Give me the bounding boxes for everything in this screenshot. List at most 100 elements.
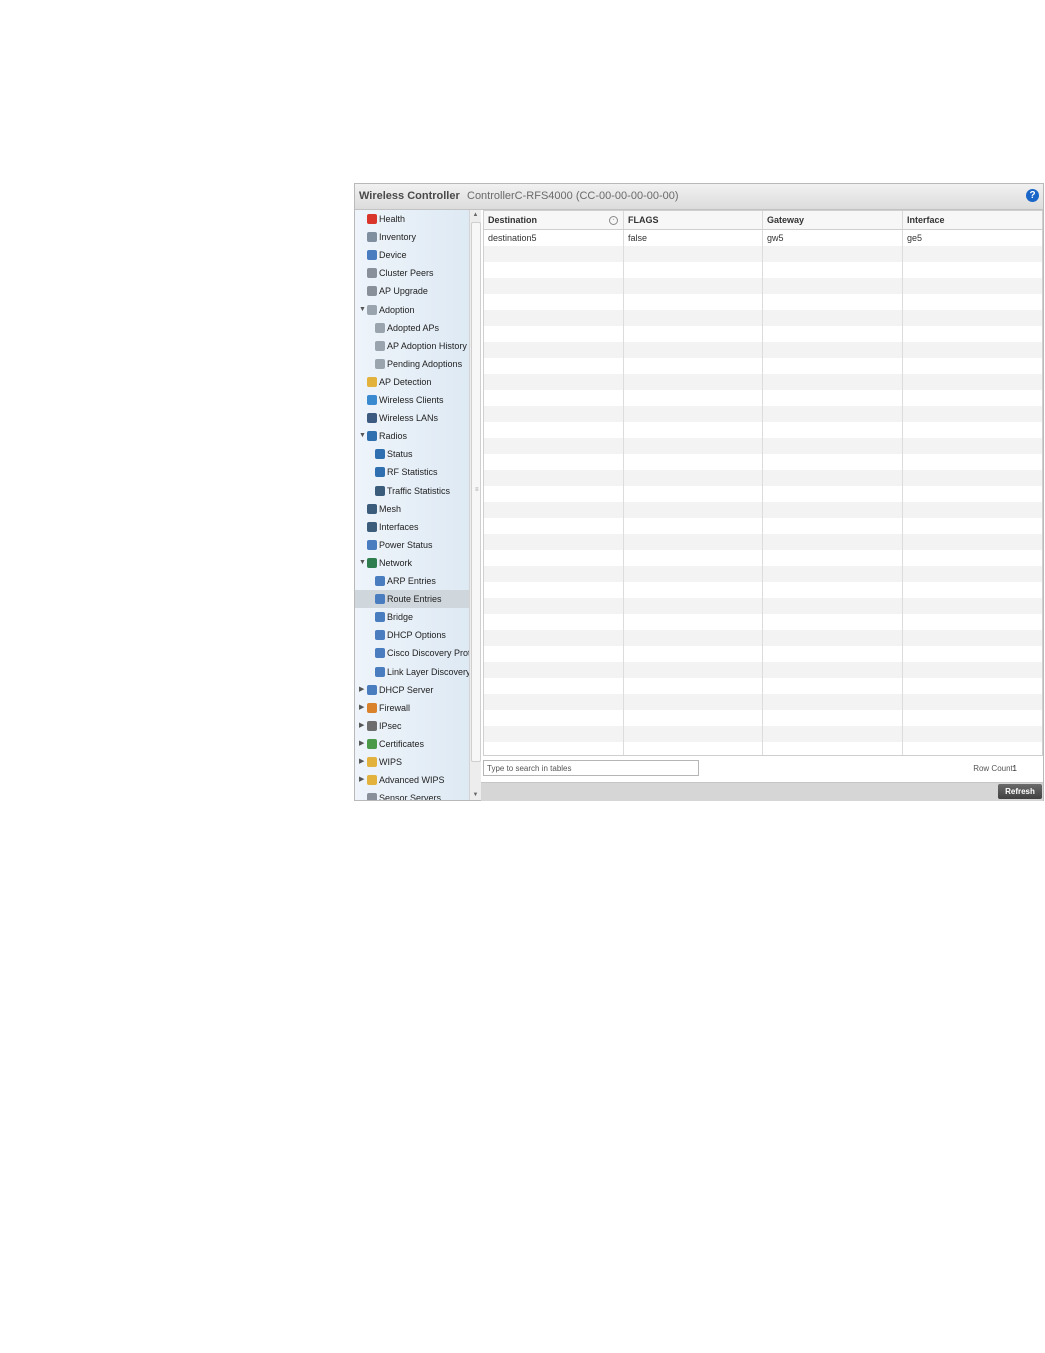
sidebar-item-cluster-peers[interactable]: Cluster Peers: [355, 264, 469, 282]
expand-arrow-icon[interactable]: ▼: [359, 301, 366, 319]
sidebar-item-radios[interactable]: ▼ Radios: [355, 427, 469, 445]
sidebar-item-ap-adoption-history[interactable]: AP Adoption History: [355, 337, 469, 355]
scroll-down-arrow-icon[interactable]: ▼: [470, 790, 481, 800]
sidebar-item-pending-adoptions[interactable]: Pending Adoptions: [355, 355, 469, 373]
table-cell-destination: [484, 422, 624, 438]
sidebar-item-wireless-clients[interactable]: Wireless Clients: [355, 391, 469, 409]
sidebar-item-health[interactable]: Health: [355, 210, 469, 228]
table-cell-interface: [903, 358, 1042, 374]
collapse-arrow-icon[interactable]: ▶: [359, 699, 364, 717]
table-cell-destination: [484, 486, 624, 502]
scrollbar-thumb[interactable]: ≡: [471, 222, 481, 762]
table-cell-interface: [903, 422, 1042, 438]
sidebar-item-ipsec[interactable]: ▶ IPsec: [355, 717, 469, 735]
table-row: [484, 694, 1042, 710]
expand-arrow-icon[interactable]: ▼: [359, 427, 366, 445]
sidebar-item-label: Wireless Clients: [379, 395, 444, 405]
sidebar-item-device[interactable]: Device: [355, 246, 469, 264]
sidebar-item-label: Network: [379, 557, 413, 568]
dhcp-server-icon: [367, 684, 377, 695]
column-header-flags[interactable]: FLAGS: [624, 211, 763, 229]
table-cell-gateway: [763, 342, 903, 358]
bridge-icon: [375, 612, 385, 623]
sidebar-item-label: ARP Entries: [387, 576, 436, 586]
collapse-arrow-icon[interactable]: ▶: [359, 735, 364, 753]
table-cell-destination: destination5: [484, 230, 624, 246]
sidebar-item-dhcp-options[interactable]: DHCP Options: [355, 626, 469, 644]
sidebar-item-label: AP Upgrade: [379, 286, 428, 297]
column-header-destination[interactable]: Destination ◦: [484, 211, 624, 229]
table-cell-interface: [903, 342, 1042, 358]
table-cell-interface: [903, 278, 1042, 294]
sidebar-item-label: Cluster Peers: [379, 268, 434, 279]
sidebar-item-adopted-aps[interactable]: Adopted APs: [355, 319, 469, 337]
search-input[interactable]: Type to search in tables: [483, 760, 699, 776]
table-cell-flags: [624, 406, 763, 422]
collapse-arrow-icon[interactable]: ▶: [359, 717, 364, 735]
table-cell-destination: [484, 278, 624, 294]
table-cell-interface: [903, 406, 1042, 422]
sidebar-item-adoption[interactable]: ▼ Adoption: [355, 301, 469, 319]
collapse-arrow-icon[interactable]: ▶: [359, 681, 364, 699]
sidebar-item-link-layer-discovery[interactable]: Link Layer Discovery: [355, 663, 469, 681]
table-cell-flags: [624, 614, 763, 630]
table-row: [484, 294, 1042, 310]
sidebar-item-ap-upgrade[interactable]: AP Upgrade: [355, 282, 469, 300]
table-cell-interface: [903, 566, 1042, 582]
sidebar-item-wireless-lans[interactable]: Wireless LANs: [355, 409, 469, 427]
table-cell-interface: [903, 710, 1042, 726]
sensor-servers-icon: [367, 793, 377, 800]
sidebar-item-label: IPsec: [379, 720, 402, 731]
column-header-gateway[interactable]: Gateway: [763, 211, 903, 229]
table-cell-interface: [903, 646, 1042, 662]
question-circle-icon[interactable]: ?: [1026, 189, 1039, 202]
table-cell-interface: [903, 582, 1042, 598]
sidebar-item-traffic-statistics[interactable]: Traffic Statistics: [355, 482, 469, 500]
sidebar-item-firewall[interactable]: ▶ Firewall: [355, 699, 469, 717]
sidebar-item-dhcp-server[interactable]: ▶ DHCP Server: [355, 681, 469, 699]
table-cell-flags: [624, 438, 763, 454]
sidebar-item-arp-entries[interactable]: ARP Entries: [355, 572, 469, 590]
sidebar-item-label: Sensor Servers: [379, 793, 442, 800]
sort-icon[interactable]: ◦: [609, 216, 618, 225]
table-cell-flags: [624, 710, 763, 726]
sidebar-item-mesh[interactable]: Mesh: [355, 500, 469, 518]
table-cell-interface: [903, 262, 1042, 278]
table-row[interactable]: destination5 false gw5 ge5: [484, 230, 1042, 246]
row-count-label: Row Count:: [973, 764, 1015, 773]
sidebar-item-wips[interactable]: ▶ WIPS: [355, 753, 469, 771]
collapse-arrow-icon[interactable]: ▶: [359, 771, 364, 789]
table-row: [484, 678, 1042, 694]
sidebar-item-bridge[interactable]: Bridge: [355, 608, 469, 626]
sidebar-scrollbar[interactable]: ▲ ≡ ▼: [469, 210, 481, 800]
table-cell-destination: [484, 582, 624, 598]
sidebar-item-label: Wireless LANs: [379, 413, 439, 424]
sidebar-item-interfaces[interactable]: Interfaces: [355, 518, 469, 536]
table-cell-flags: [624, 310, 763, 326]
refresh-button[interactable]: Refresh: [998, 784, 1042, 799]
sidebar-item-sensor-servers[interactable]: Sensor Servers: [355, 789, 469, 800]
sidebar-item-certificates[interactable]: ▶ Certificates: [355, 735, 469, 753]
sidebar-item-route-entries[interactable]: Route Entries: [355, 590, 469, 609]
table-cell-interface: [903, 326, 1042, 342]
cisco-discovery-icon: [375, 648, 385, 659]
sidebar-item-advanced-wips[interactable]: ▶ Advanced WIPS: [355, 771, 469, 789]
collapse-arrow-icon[interactable]: ▶: [359, 753, 364, 771]
sidebar-item-cisco-discovery-prot[interactable]: Cisco Discovery Prot: [355, 644, 469, 662]
table-cell-destination: [484, 342, 624, 358]
table-cell-flags: [624, 598, 763, 614]
sidebar-item-ap-detection[interactable]: AP Detection: [355, 373, 469, 391]
table-cell-gateway: [763, 502, 903, 518]
sidebar-item-power-status[interactable]: Power Status: [355, 536, 469, 554]
scroll-up-arrow-icon[interactable]: ▲: [470, 210, 481, 220]
table-row: [484, 326, 1042, 342]
sidebar-tree: Health Inventory Device Cluster Peers AP Upg…: [355, 210, 481, 800]
table-cell-destination: [484, 678, 624, 694]
table-row: [484, 310, 1042, 326]
expand-arrow-icon[interactable]: ▼: [359, 554, 366, 572]
column-header-interface[interactable]: Interface: [903, 211, 1042, 229]
sidebar-item-network[interactable]: ▼ Network: [355, 554, 469, 572]
sidebar-item-inventory[interactable]: Inventory: [355, 228, 469, 246]
sidebar-item-status[interactable]: Status: [355, 445, 469, 463]
sidebar-item-rf-statistics[interactable]: RF Statistics: [355, 463, 469, 481]
